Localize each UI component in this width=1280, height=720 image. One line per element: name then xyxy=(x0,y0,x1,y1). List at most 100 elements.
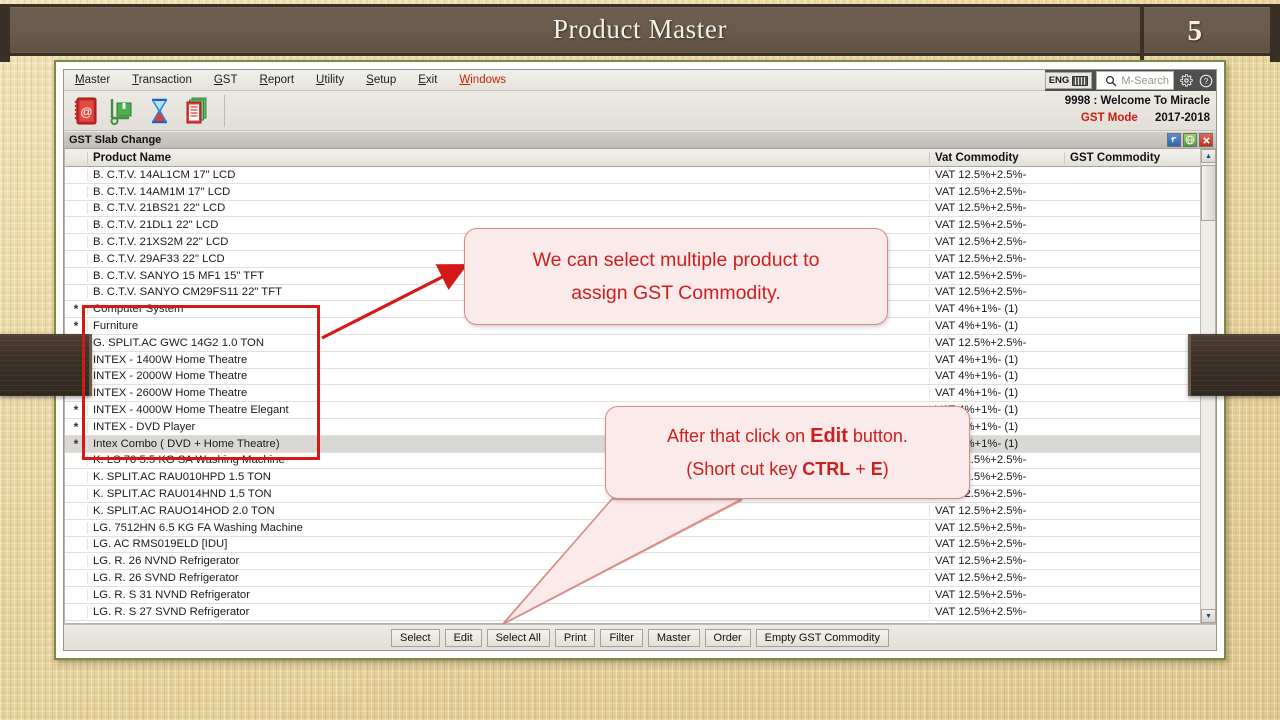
table-row[interactable]: G. SPLIT.AC GWC 14G2 1.0 TON VAT 12.5%+2.… xyxy=(65,334,1215,352)
hand-truck-icon[interactable] xyxy=(107,95,137,127)
cell-product-name: LG. 7512HN 6.5 KG FA Washing Machine xyxy=(87,521,929,534)
window-title-bar: GST Slab Change xyxy=(64,132,1216,149)
button-order[interactable]: Order xyxy=(704,628,751,647)
gst-mode-label: GST Mode xyxy=(1080,111,1138,124)
language-label: ENG xyxy=(1048,75,1070,86)
button-edit[interactable]: Edit xyxy=(444,628,482,647)
toolbar: @ 9998: Welcome To Miracle GST Mode 201… xyxy=(64,91,1216,131)
search-icon xyxy=(1104,74,1118,88)
menu-item-gst[interactable]: GST xyxy=(203,70,249,91)
menu-label-exit: xit xyxy=(425,73,438,86)
cell-vat-commodity: VAT 12.5%+2.5%- xyxy=(929,572,1064,585)
button-filter[interactable]: Filter xyxy=(600,628,643,647)
table-row[interactable]: LG. R. S 27 SVND Refrigerator VAT 12.5%+2… xyxy=(65,603,1215,621)
button-select-all[interactable]: Select All xyxy=(486,628,550,647)
menu-item-setup[interactable]: Setup xyxy=(355,70,407,91)
row-select-marker[interactable]: * xyxy=(65,318,87,334)
table-row[interactable]: LG. R. S 31 NVND Refrigerator VAT 12.5%+2… xyxy=(65,586,1215,604)
table-row[interactable]: *INTEX - 2600W Home TheatreVAT 4%+1%- (1… xyxy=(65,385,1215,403)
application-window: Master Transaction GST Report Utility Se… xyxy=(63,69,1217,651)
cell-vat-commodity: VAT 12.5%+2.5%- xyxy=(929,521,1064,534)
cell-vat-commodity: VAT 12.5%+2.5%- xyxy=(929,185,1064,198)
window-title: GST Slab Change xyxy=(69,134,162,146)
menu-label-gst: ST xyxy=(222,73,238,86)
callout2-line2-a: (Short cut key xyxy=(686,459,803,480)
table-row[interactable]: B. C.T.V. 21BS21 22" LCD VAT 12.5%+2.5%- xyxy=(65,200,1215,218)
document-stack-icon[interactable] xyxy=(181,95,211,127)
cell-vat-commodity: VAT 12.5%+2.5%- xyxy=(929,286,1064,299)
menu-item-master[interactable]: Master xyxy=(64,70,121,91)
decorative-ribbon-left xyxy=(0,334,92,396)
menu-bar: Master Transaction GST Report Utility Se… xyxy=(64,70,1216,91)
cell-product-name: INTEX - 2000W Home Theatre xyxy=(87,370,929,383)
menu-item-transaction[interactable]: Transaction xyxy=(121,70,203,91)
svg-text:@: @ xyxy=(80,105,92,119)
button-select[interactable]: Select xyxy=(391,628,440,647)
table-row[interactable]: LG. AC RMS019ELD [IDU] VAT 12.5%+2.5%- xyxy=(65,536,1215,554)
close-icon[interactable] xyxy=(1199,133,1213,147)
cell-product-name: B. C.T.V. 14AM1M 17" LCD xyxy=(87,185,929,198)
callout2-ctrl-key: CTRL xyxy=(802,459,851,480)
menu-item-windows[interactable]: Windows xyxy=(448,70,517,91)
welcome-text: 9998 : Welcome To Miracle xyxy=(1064,95,1210,107)
menu-item-utility[interactable]: Utility xyxy=(305,70,355,91)
table-row[interactable]: K. SPLIT.AC RAUO14HOD 2.0 TON VAT 12.5%+2… xyxy=(65,502,1215,520)
table-row[interactable]: B. C.T.V. 14AL1CM 17" LCD VAT 12.5%+2.5%- xyxy=(65,167,1215,184)
cell-product-name: INTEX - 2600W Home Theatre xyxy=(87,387,929,400)
m-search-placeholder: M-Search xyxy=(1121,74,1169,87)
menu-label-utility: tility xyxy=(324,73,345,86)
mode-and-year: GST Mode 2017-2018 xyxy=(1065,110,1210,127)
help-icon[interactable]: ? xyxy=(1199,74,1213,88)
row-select-marker[interactable]: * xyxy=(65,436,87,452)
cell-vat-commodity: VAT 12.5%+2.5%- xyxy=(929,168,1064,181)
table-row[interactable]: *INTEX - 2000W Home TheatreVAT 4%+1%- (1… xyxy=(65,368,1215,386)
scroll-up-icon[interactable]: ▲ xyxy=(1201,149,1216,163)
column-header-vat-commodity[interactable]: Vat Commodity xyxy=(929,151,1064,164)
menu-item-report[interactable]: Report xyxy=(249,70,306,91)
cell-vat-commodity: VAT 12.5%+2.5%- xyxy=(929,252,1064,265)
restore-icon[interactable] xyxy=(1167,133,1181,147)
table-row[interactable]: LG. R. 26 SVND Refrigerator VAT 12.5%+2.5… xyxy=(65,570,1215,587)
row-select-marker[interactable]: * xyxy=(65,301,87,317)
cell-product-name: LG. R. S 31 NVND Refrigerator xyxy=(87,588,929,601)
button-empty-gst-commodity[interactable]: Empty GST Commodity xyxy=(755,628,889,647)
globe-icon[interactable] xyxy=(1183,133,1197,147)
callout2-line1-c: button. xyxy=(847,426,908,447)
column-header-product-name[interactable]: Product Name xyxy=(87,151,929,164)
callout2-plus: + xyxy=(850,459,871,480)
table-row[interactable]: B. C.T.V. 14AM1M 17" LCD VAT 12.5%+2.5%- xyxy=(65,183,1215,201)
button-print[interactable]: Print xyxy=(554,628,596,647)
language-badge[interactable]: ENG xyxy=(1044,72,1093,89)
m-search-box[interactable]: M-Search xyxy=(1096,71,1174,90)
toolbar-separator xyxy=(224,94,225,127)
button-master[interactable]: Master xyxy=(647,628,700,647)
menu-item-exit[interactable]: Exit xyxy=(407,70,448,91)
table-row[interactable]: LG. R. 26 NVND Refrigerator VAT 12.5%+2.5… xyxy=(65,553,1215,571)
cell-product-name: B. C.T.V. 14AL1CM 17" LCD xyxy=(87,168,929,181)
gst-slab-change-window: GST Slab Change Product Name Vat Commodi… xyxy=(64,132,1216,650)
callout2-line2-e: ) xyxy=(882,459,889,480)
row-select-marker[interactable]: * xyxy=(65,419,87,435)
hourglass-icon[interactable] xyxy=(144,95,174,127)
cell-vat-commodity: VAT 4%+1%- (1) xyxy=(929,353,1064,366)
table-row[interactable]: LG. 7512HN 6.5 KG FA Washing Machine VAT … xyxy=(65,519,1215,537)
cell-vat-commodity: VAT 12.5%+2.5%- xyxy=(929,504,1064,517)
scrollbar-thumb[interactable] xyxy=(1201,165,1216,221)
cell-vat-commodity: VAT 4%+1%- (1) xyxy=(929,320,1064,333)
cell-vat-commodity: VAT 12.5%+2.5%- xyxy=(929,336,1064,349)
cell-product-name: G. SPLIT.AC GWC 14G2 1.0 TON xyxy=(87,336,929,349)
cell-product-name: LG. AC RMS019ELD [IDU] xyxy=(87,538,929,551)
menu-label-transaction: ransaction xyxy=(138,73,192,86)
cell-vat-commodity: VAT 4%+1%- (1) xyxy=(929,387,1064,400)
row-select-marker[interactable]: * xyxy=(65,402,87,418)
column-header-gst-commodity[interactable]: GST Commodity xyxy=(1064,151,1199,164)
table-row[interactable]: *INTEX - 1400W Home TheatreVAT 4%+1%- (1… xyxy=(65,351,1215,369)
decorative-ribbon-right xyxy=(1188,334,1280,396)
scroll-down-icon[interactable]: ▼ xyxy=(1201,609,1216,623)
address-book-icon[interactable]: @ xyxy=(70,95,100,127)
company-info: 9998 : Welcome To Miracle GST Mode 2017-… xyxy=(1065,93,1210,126)
cell-vat-commodity: VAT 12.5%+2.5%- xyxy=(929,269,1064,282)
menu-label-setup: etup xyxy=(373,73,397,86)
callout-edit-button: After that click on Edit button. (Short … xyxy=(605,406,970,499)
gear-icon[interactable] xyxy=(1179,74,1193,88)
